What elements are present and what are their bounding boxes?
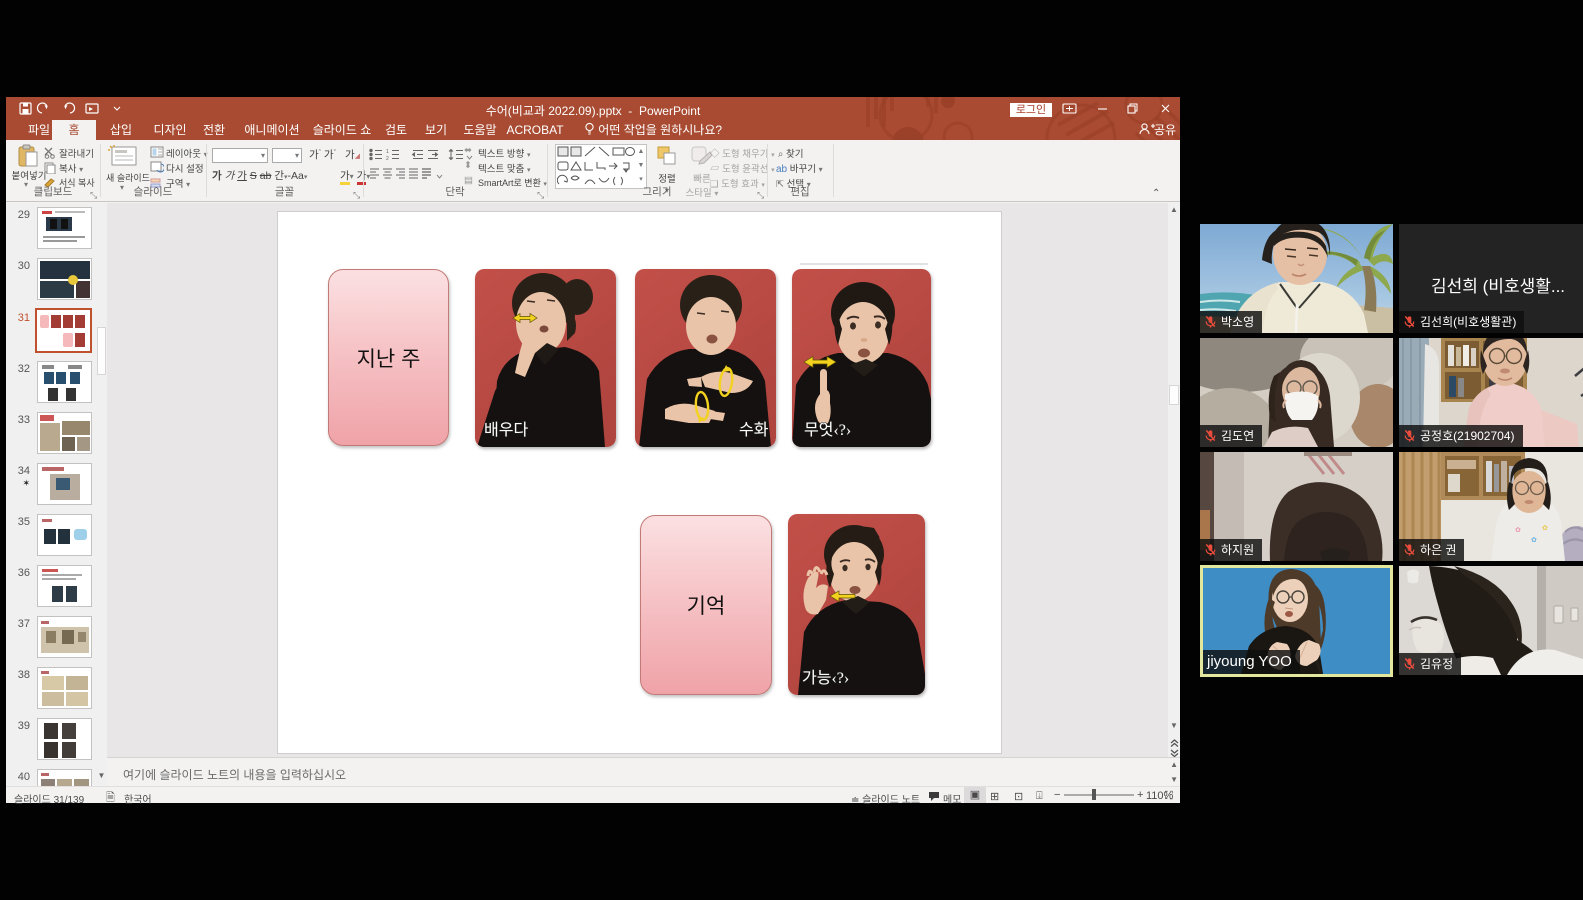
svg-text:✿: ✿ [1515,527,1521,534]
svg-text:배우다: 배우다 [484,421,528,439]
svg-text:2: 2 [386,156,389,161]
svg-text:수화: 수화 [739,421,769,439]
svg-text:가능‹?›: 가능‹?› [802,669,849,687]
svg-text:✿: ✿ [1542,525,1548,532]
svg-text:✿: ✿ [1531,537,1537,544]
svg-text:1: 1 [386,149,389,155]
svg-text:무엇‹?›: 무엇‹?› [804,421,851,439]
